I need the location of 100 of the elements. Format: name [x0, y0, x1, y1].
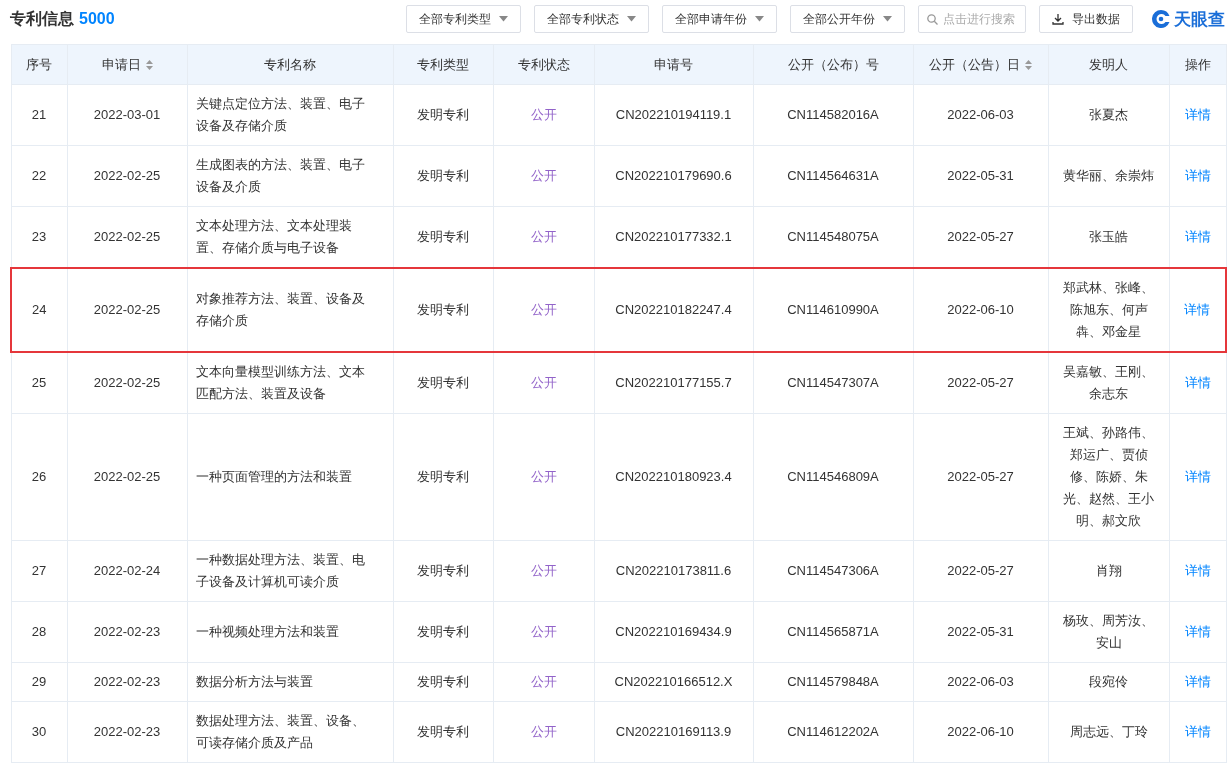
details-link[interactable]: 详情 [1184, 229, 1211, 244]
table-cell: 数据处理方法、装置、设备、可读存储介质及产品 [187, 701, 393, 763]
table-cell: 公开 [493, 662, 594, 702]
table-cell: 王斌、孙路伟、郑运广、贾侦修、陈娇、朱光、赵然、王小明、郝文欣 [1048, 413, 1169, 541]
table-cell: 发明专利 [393, 662, 493, 702]
table-cell: CN202210179690.6 [594, 145, 753, 207]
table-cell: CN114546809A [753, 413, 913, 541]
table-cell: CN202210177155.7 [594, 352, 753, 414]
table-cell: 发明专利 [393, 145, 493, 207]
table-cell: 发明专利 [393, 601, 493, 663]
table-cell: 公开 [493, 145, 594, 207]
filter-dropdown[interactable]: 全部公开年份 [790, 5, 905, 33]
table-cell: 23 [11, 206, 67, 268]
column-header: 专利类型 [393, 44, 493, 85]
table-cell: 25 [11, 352, 67, 414]
search-field[interactable]: 点击进行搜索 [918, 5, 1026, 33]
table-cell: 22 [11, 145, 67, 207]
column-header[interactable]: 公开（公告）日 [913, 44, 1048, 85]
logo-text: 天眼查 [1174, 8, 1225, 31]
column-header: 发明人 [1048, 44, 1169, 85]
table-cell: 2022-02-24 [67, 540, 187, 602]
column-header: 专利名称 [187, 44, 393, 85]
filter-dropdown[interactable]: 全部专利类型 [406, 5, 521, 33]
details-link[interactable]: 详情 [1184, 107, 1211, 122]
table-cell: 2022-05-31 [913, 601, 1048, 663]
table-cell: 生成图表的方法、装置、电子设备及介质 [187, 145, 393, 207]
column-header: 专利状态 [493, 44, 594, 85]
table-cell: 2022-06-03 [913, 662, 1048, 702]
table-cell: 2022-02-25 [67, 352, 187, 414]
table-cell: 28 [11, 601, 67, 663]
column-header[interactable]: 申请日 [67, 44, 187, 85]
table-cell: CN114547307A [753, 352, 913, 414]
details-link[interactable]: 详情 [1184, 302, 1211, 317]
table-cell: CN114610990A [753, 268, 913, 352]
table-cell: 2022-02-23 [67, 662, 187, 702]
table-cell: 2022-06-10 [913, 701, 1048, 763]
table-cell: 2022-05-27 [913, 352, 1048, 414]
table-cell: 发明专利 [393, 352, 493, 414]
caret-icon [883, 16, 892, 22]
table-cell: 2022-02-25 [67, 145, 187, 207]
table-cell: 2022-02-25 [67, 268, 187, 352]
details-link[interactable]: 详情 [1184, 469, 1211, 484]
column-header: 公开（公布）号 [753, 44, 913, 85]
table-cell: 文本向量模型训练方法、文本匹配方法、装置及设备 [187, 352, 393, 414]
table-cell: 24 [11, 268, 67, 352]
table-cell: 公开 [493, 540, 594, 602]
table-cell: 发明专利 [393, 84, 493, 146]
column-header: 操作 [1169, 44, 1226, 85]
table-cell: 2022-03-01 [67, 84, 187, 146]
table-cell: 27 [11, 540, 67, 602]
table-cell: CN202210169113.9 [594, 701, 753, 763]
table-cell: 2022-02-25 [67, 413, 187, 541]
table-cell: 发明专利 [393, 540, 493, 602]
table-cell: 公开 [493, 268, 594, 352]
filter-dropdown[interactable]: 全部专利状态 [534, 5, 649, 33]
table-cell: CN202210169434.9 [594, 601, 753, 663]
table-cell: 21 [11, 84, 67, 146]
table-cell: 一种数据处理方法、装置、电子设备及计算机可读介质 [187, 540, 393, 602]
table-cell: CN114582016A [753, 84, 913, 146]
table-cell: 肖翔 [1048, 540, 1169, 602]
table-cell: CN114565871A [753, 601, 913, 663]
table-cell: 2022-06-03 [913, 84, 1048, 146]
details-link[interactable]: 详情 [1184, 624, 1211, 639]
table-cell: 公开 [493, 601, 594, 663]
table-cell: 关键点定位方法、装置、电子设备及存储介质 [187, 84, 393, 146]
table-cell: CN114547306A [753, 540, 913, 602]
details-link[interactable]: 详情 [1184, 563, 1211, 578]
table-cell: 公开 [493, 84, 594, 146]
table-cell: 周志远、丁玲 [1048, 701, 1169, 763]
table-cell: 发明专利 [393, 701, 493, 763]
details-link[interactable]: 详情 [1184, 724, 1211, 739]
filter-dropdown[interactable]: 全部申请年份 [662, 5, 777, 33]
table-cell: 29 [11, 662, 67, 702]
table-cell: 2022-05-27 [913, 413, 1048, 541]
caret-icon [499, 16, 508, 22]
table-cell: CN114612202A [753, 701, 913, 763]
table-cell: CN202210180923.4 [594, 413, 753, 541]
sort-icon[interactable] [1025, 59, 1032, 70]
table-cell: 段宛伶 [1048, 662, 1169, 702]
table-cell: 郑武林、张峰、陈旭东、何声犇、邓金星 [1048, 268, 1169, 352]
details-link[interactable]: 详情 [1184, 375, 1211, 390]
logo-icon [1151, 9, 1171, 29]
table-cell: CN114564631A [753, 145, 913, 207]
export-button[interactable]: 导出数据 [1039, 5, 1133, 33]
table-cell: 发明专利 [393, 268, 493, 352]
result-count: 5000 [79, 10, 115, 28]
details-link[interactable]: 详情 [1184, 674, 1211, 689]
table-cell: 数据分析方法与装置 [187, 662, 393, 702]
table-cell: CN202210194119.1 [594, 84, 753, 146]
table-cell: 黄华丽、余崇炜 [1048, 145, 1169, 207]
table-cell: 2022-06-10 [913, 268, 1048, 352]
column-header: 序号 [11, 44, 67, 85]
caret-icon [755, 16, 764, 22]
table-cell: 一种视频处理方法和装置 [187, 601, 393, 663]
column-header: 申请号 [594, 44, 753, 85]
sort-icon[interactable] [145, 59, 153, 70]
table-cell: 30 [11, 701, 67, 763]
details-link[interactable]: 详情 [1184, 168, 1211, 183]
table-cell: CN114579848A [753, 662, 913, 702]
table-cell: 公开 [493, 352, 594, 414]
